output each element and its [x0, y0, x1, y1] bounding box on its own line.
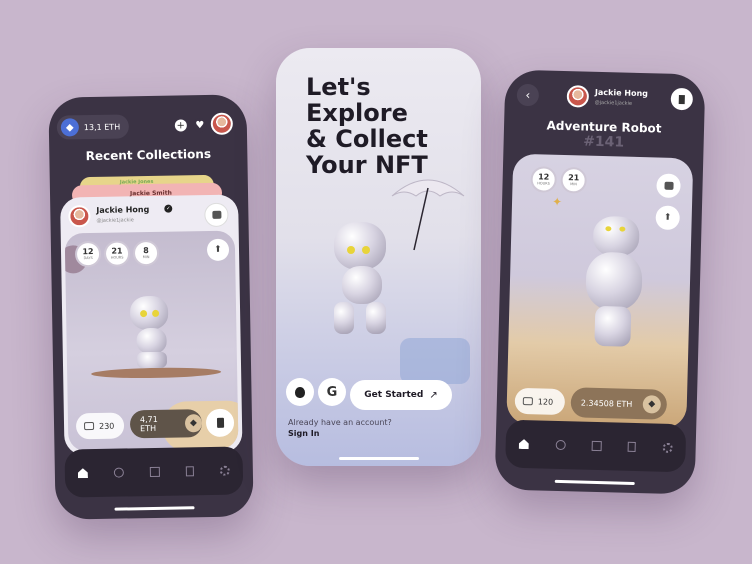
home-icon[interactable] — [519, 439, 529, 449]
account-prompt: Already have an account? — [288, 418, 392, 427]
ethereum-icon: ◆ — [642, 395, 662, 414]
home-icon[interactable] — [78, 468, 88, 478]
home-indicator — [114, 506, 195, 511]
price-text: 2.34508 ETH — [580, 398, 633, 409]
creator-handle: @jackie1jackie — [96, 217, 134, 224]
google-login-button[interactable]: G — [318, 378, 346, 406]
arrow-up-right-icon: ↗ — [429, 389, 438, 401]
sign-in-link[interactable]: Sign In — [288, 429, 319, 438]
settings-icon[interactable] — [662, 442, 673, 453]
price-text: 4,71 ETH — [139, 414, 158, 434]
balance-pill[interactable]: ◆ 13,1 ETH — [56, 114, 130, 140]
home-indicator — [554, 479, 635, 485]
home-indicator — [338, 457, 419, 460]
get-started-label: Get Started — [364, 390, 424, 400]
headline: Let's Explore & Collect Your NFT — [306, 74, 428, 178]
likes-pill[interactable]: 120 — [514, 387, 566, 416]
get-started-button[interactable]: Get Started ↗ — [350, 380, 452, 410]
robot-head — [592, 215, 640, 258]
robot-legs — [136, 351, 168, 369]
balance-text: 13,1 ETH — [83, 122, 121, 132]
gift-icon[interactable] — [149, 466, 160, 478]
creator-name: Jackie Hong — [96, 205, 150, 215]
image-icon — [84, 422, 95, 431]
nft-card[interactable]: Jackie Hong ✓ @jackie1jackie 12 DAYS 21 HO… — [60, 194, 243, 456]
creator-avatar — [68, 205, 91, 228]
section-title: Recent Collections — [85, 146, 212, 164]
likes-pill[interactable]: 230 — [75, 412, 125, 440]
robot-eye-right — [619, 226, 626, 232]
user-name: Jackie Hong — [594, 87, 649, 99]
bag-icon[interactable] — [204, 202, 229, 228]
robot-torso — [136, 327, 167, 355]
skateboard — [91, 366, 222, 380]
apple-icon — [295, 386, 305, 398]
robot-figure — [320, 208, 420, 348]
left-phone: ◆ 13,1 ETH + ♥ Recent Collections Jackie… — [48, 94, 254, 520]
butterfly-icon: ✦ — [551, 194, 563, 209]
bottom-nav — [505, 419, 687, 473]
bookmark-icon[interactable] — [627, 441, 637, 452]
settings-icon[interactable] — [219, 465, 230, 476]
compass-icon[interactable] — [113, 467, 124, 478]
robot-eye-left — [605, 226, 612, 232]
ethereum-icon: ◆ — [184, 414, 203, 433]
robot-legs — [594, 305, 632, 347]
ethereum-icon: ◆ — [60, 118, 80, 137]
add-button[interactable]: + — [174, 119, 187, 132]
bookmark-icon[interactable] — [185, 466, 194, 477]
notification-icon[interactable]: ♥ — [192, 117, 207, 133]
google-icon: G — [326, 384, 338, 400]
verified-icon: ✓ — [164, 204, 173, 213]
likes-count: 230 — [98, 421, 115, 431]
cube-shape — [400, 338, 470, 384]
likes-count: 120 — [537, 396, 554, 407]
robot-eye-left — [140, 310, 148, 318]
price-pill[interactable]: 2.34508 ETH ◆ — [570, 387, 668, 420]
avatar — [566, 85, 590, 108]
compass-icon[interactable] — [555, 439, 566, 451]
image-icon — [522, 397, 533, 406]
apple-login-button[interactable] — [286, 378, 314, 406]
gift-icon[interactable] — [591, 440, 602, 452]
price-pill[interactable]: 4,71 ETH ◆ — [129, 409, 203, 439]
right-phone: ‹ Jackie Hong @jackie1jackie Adventure R… — [494, 69, 706, 495]
back-button[interactable]: ‹ — [516, 83, 540, 107]
robot-eye-right — [152, 309, 160, 317]
avatar[interactable] — [210, 112, 234, 135]
headline-line-2: Explore — [306, 99, 408, 127]
headline-line-1: Let's — [306, 73, 371, 101]
robot-head — [129, 295, 169, 331]
user-handle: @jackie1jackie — [594, 99, 633, 107]
middle-phone: Let's Explore & Collect Your NFT G Get S… — [276, 48, 481, 466]
bottom-nav — [64, 446, 244, 498]
bookmark-button[interactable] — [670, 87, 694, 111]
headline-line-3: & Collect — [306, 125, 428, 153]
robot-torso — [585, 251, 643, 312]
